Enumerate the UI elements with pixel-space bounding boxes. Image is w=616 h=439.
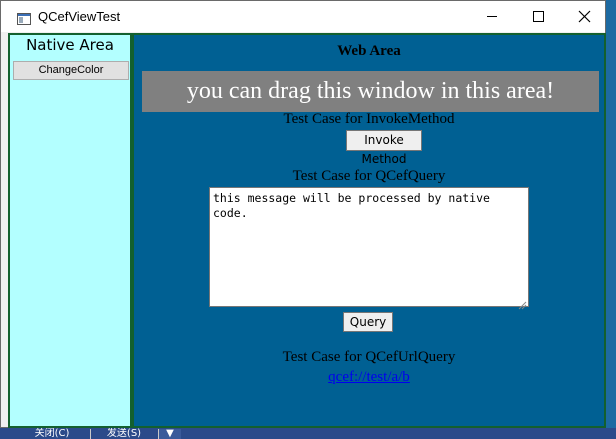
- change-color-button[interactable]: ChangeColor: [13, 61, 129, 80]
- native-area-title: Native Area: [26, 36, 114, 54]
- query-textarea[interactable]: this message will be processed by native…: [209, 187, 529, 307]
- desktop-background-right: [606, 0, 616, 439]
- background-close-button[interactable]: 关闭(C): [20, 429, 84, 439]
- maximize-button[interactable]: [515, 1, 561, 32]
- background-dropdown-button[interactable]: ▼: [158, 429, 181, 439]
- query-case-label: Test Case for QCefQuery: [292, 168, 446, 184]
- window-title: QCefViewTest: [38, 9, 121, 24]
- resize-grip-icon[interactable]: [517, 295, 527, 310]
- background-send-button[interactable]: 发送(S): [90, 429, 157, 439]
- native-area-panel: Native Area ChangeColor: [8, 33, 132, 428]
- url-query-case-label: Test Case for QCefUrlQuery: [282, 349, 456, 365]
- url-link-container: qcef://test/a/b: [134, 369, 604, 386]
- close-button[interactable]: [561, 1, 607, 32]
- app-icon: [17, 10, 31, 25]
- minimize-icon: [487, 16, 497, 17]
- web-area-panel: Web Area you can drag this window in thi…: [132, 33, 606, 428]
- web-area-title: Web Area: [337, 43, 401, 59]
- title-bar[interactable]: QCefViewTest: [1, 1, 605, 32]
- invoke-method-button[interactable]: Invoke Method: [346, 130, 422, 166]
- close-icon: [578, 10, 591, 23]
- minimize-button[interactable]: [469, 1, 515, 32]
- maximize-icon: [533, 11, 544, 22]
- app-window: QCefViewTest Native Area ChangeColor Web…: [0, 0, 606, 428]
- qcef-url-link[interactable]: qcef://test/a/b: [328, 369, 410, 385]
- drag-region[interactable]: you can drag this window in this area!: [142, 71, 599, 112]
- query-button[interactable]: Query: [343, 312, 393, 332]
- invoke-case-label: Test Case for InvokeMethod: [283, 111, 455, 127]
